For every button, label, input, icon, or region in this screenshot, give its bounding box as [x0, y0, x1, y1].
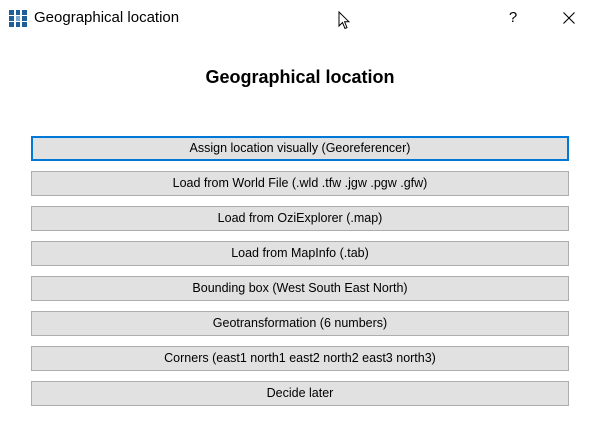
corners-button[interactable]: Corners (east1 north1 east2 north2 east3… — [31, 346, 569, 371]
window-title: Geographical location — [34, 9, 180, 26]
close-button[interactable] — [552, 3, 586, 33]
load-world-file-button[interactable]: Load from World File (.wld .tfw .jgw .pg… — [31, 171, 569, 196]
dialog-window: Geographical location ? Geographical loc… — [0, 0, 600, 437]
load-oziexplorer-button[interactable]: Load from OziExplorer (.map) — [31, 206, 569, 231]
bounding-box-button[interactable]: Bounding box (West South East North) — [31, 276, 569, 301]
help-button[interactable]: ? — [500, 3, 526, 33]
dialog-heading: Geographical location — [205, 67, 395, 87]
load-mapinfo-button[interactable]: Load from MapInfo (.tab) — [31, 241, 569, 266]
mouse-pointer-icon — [338, 10, 351, 30]
title-bar[interactable]: Geographical location ? — [0, 0, 600, 37]
close-icon — [563, 12, 575, 24]
decide-later-button[interactable]: Decide later — [31, 381, 569, 406]
map-grid-icon — [9, 10, 27, 27]
geotransformation-button[interactable]: Geotransformation (6 numbers) — [31, 311, 569, 336]
georeferencer-button[interactable]: Assign location visually (Georeferencer) — [31, 136, 569, 161]
